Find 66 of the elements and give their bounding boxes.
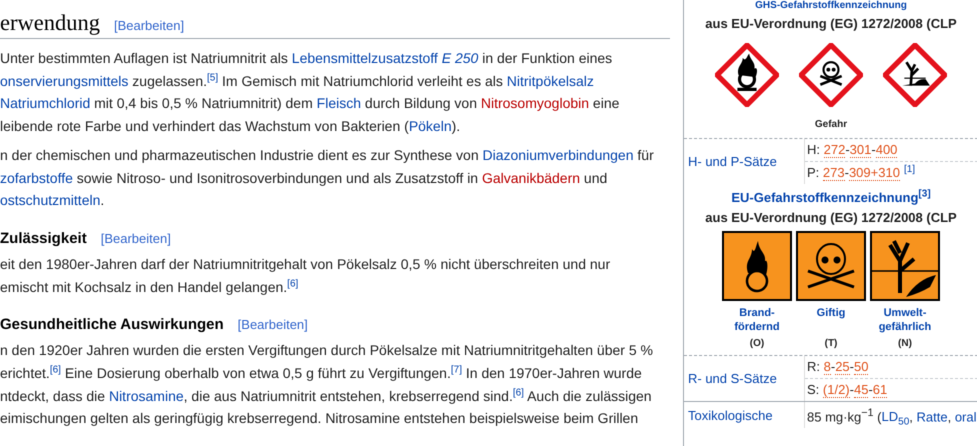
link[interactable]: Natriumchlorid <box>0 95 90 112</box>
row-value: R: 8-25-50 <box>806 358 870 377</box>
infobox-subheading: aus EU-Verordnung (EG) 1272/2008 (CLP <box>704 210 958 225</box>
hazard-code-link[interactable]: 400 <box>876 142 898 158</box>
hazard-code-link[interactable]: 50 <box>854 359 868 375</box>
link[interactable]: zofarbstoffe <box>0 170 73 186</box>
reference-link[interactable]: [7] <box>450 364 462 376</box>
paragraph: eit den 1980er-Jahren darf der Natriumnitritgehalt von Pökelsalz 0,5 % nicht überschreiten und nur emischt mit Kochsalz in den Handel gelangen.$^{[6]}$ <box>0 254 612 297</box>
link[interactable]: LD$_{50}$ <box>882 409 910 424</box>
hazard-code-link[interactable]: 45 <box>854 382 868 398</box>
hazard-code-link[interactable]: 8 <box>824 359 831 375</box>
skull-crossbones-icon <box>799 43 863 107</box>
dead-tree-fish-icon <box>870 231 940 301</box>
hazard-label-link[interactable]: Umwelt- gefährlich <box>878 306 932 334</box>
section-heading: Gesundheitliche Auswirkungen <box>0 316 224 334</box>
row-value: P: 273-309+310 $^{[1]}$ <box>805 161 977 184</box>
infobox-subheading: aus EU-Verordnung (EG) 1272/2008 (CLP <box>704 16 958 31</box>
reference-link[interactable]: [3] <box>918 188 931 200</box>
reference-link[interactable]: [1] <box>904 164 916 175</box>
dead-tree-fish-icon <box>883 43 947 107</box>
missing-page-link[interactable]: Galvanikbädern <box>482 170 580 186</box>
skull-crossbones-icon <box>796 231 866 301</box>
row-value: H: 272-301-400 <box>806 141 898 160</box>
link[interactable]: Nitritpökelsalz <box>506 72 594 89</box>
hazard-label-link[interactable]: Brand- fördernd <box>734 306 780 334</box>
row-label-link[interactable]: Toxikologische <box>688 408 773 423</box>
link[interactable]: Nitrosamine <box>108 388 184 404</box>
reference-link[interactable]: [6] <box>512 387 524 398</box>
section-heading: erwendung <box>0 10 100 36</box>
edit-link[interactable]: [Bearbeiten] <box>238 317 308 332</box>
hazard-code-link[interactable]: 272 <box>824 142 846 158</box>
hazard-code-link[interactable]: 301 <box>850 142 872 158</box>
missing-page-link[interactable]: Nitrosomyoglobin <box>480 95 590 112</box>
link[interactable]: Pökeln <box>408 118 452 134</box>
hazard-letter: (O) <box>750 338 764 349</box>
hazard-letter: (T) <box>824 338 838 349</box>
hazard-code-link[interactable]: 25 <box>835 359 850 375</box>
hazard-letter: (N) <box>898 338 912 349</box>
reference-link[interactable]: [6] <box>50 364 61 376</box>
hazard-code-link[interactable]: (1/2) <box>822 382 850 398</box>
row-value: 85 mg·kg$^{−1}$ (LD$_{50}$, Ratte, oral <box>806 406 977 428</box>
reference-link[interactable]: [5] <box>207 72 218 84</box>
paragraph: n den 1920er Jahren wurden die ersten Vergiftungen durch Pökelsalze mit Natriumnitritgehalten über 5 % erichtet.$^{[6]}$ Eine Dosierung oberhalb von etwa 0,5 g führt zu Vergiftungen.$^{[7]}$ In den 1970er-Jahren wurde ntdeckt, dass die Nitrosamine, die aus Natriumnitrit entstehen, krebserregend sind.$^{[6]}$ Auch die zulässigen eimischungen gelten als geringfügig krebserregend. Nitrosamine entstehen beispielsweise beim Grillen <box>0 341 654 428</box>
paragraph: n der chemischen und pharmazeutischen Industrie dient es zur Synthese von Diazoniumverbindungen für zofarbstoffe sowie Nitroso- und Isonitrosoverbindungen und als Zusatzstoff in Galvanikbädern und ostschutzmitteln. <box>0 146 655 210</box>
row-label-link[interactable]: R- und S-Sätze <box>688 371 777 386</box>
signal-word: Gefahr <box>814 119 848 130</box>
link[interactable]: Lebensmittelzusatzstoff E 250 <box>292 50 478 66</box>
hazard-code-link[interactable]: 273 <box>822 165 845 181</box>
link[interactable]: oral <box>954 409 976 424</box>
row-label-link[interactable]: H- und P-Sätze <box>688 154 777 169</box>
hazard-code-link[interactable]: 61 <box>872 382 888 398</box>
paragraph: Unter bestimmten Auflagen ist Natriumnitrit als Lebensmittelzusatzstoff E 250 in der Funktion eines onservierungsmittels zugelassen.$^{[5]}$ Im Gemisch mit Natriumchlorid verleiht es als Nitritpökelsalz Natriumchlorid mit 0,4 bis 0,5 % Natriumnitrit) dem Fleisch durch Bildung von Nitrosomyoglobin eine leibende rote Farbe und verhindert das Wachstum von Bakterien (Pökeln). <box>0 49 620 136</box>
infobox-heading-link[interactable]: EU-Gefahrstoffkennzeichnung <box>731 190 918 205</box>
section-heading: Zulässigkeit <box>0 230 87 247</box>
link[interactable]: onservierungsmittels <box>0 72 128 89</box>
link[interactable]: Fleisch <box>316 95 362 112</box>
link[interactable]: ostschutzmitteln <box>0 192 100 208</box>
hazard-label-link[interactable]: Giftig <box>816 306 846 334</box>
link[interactable]: Diazoniumverbindungen <box>482 146 634 163</box>
row-value: S: (1/2)-45-61 <box>805 378 977 401</box>
hazard-code-link[interactable]: 309+310 <box>848 165 900 181</box>
reference-link[interactable]: [6] <box>287 278 298 289</box>
edit-link[interactable]: [Bearbeiten] <box>114 18 184 33</box>
link[interactable]: Ratte <box>916 409 948 424</box>
edit-link[interactable]: [Bearbeiten] <box>100 230 171 246</box>
infobox-heading-link[interactable]: GHS-Gefahrstoffkennzeichnung <box>755 0 907 11</box>
